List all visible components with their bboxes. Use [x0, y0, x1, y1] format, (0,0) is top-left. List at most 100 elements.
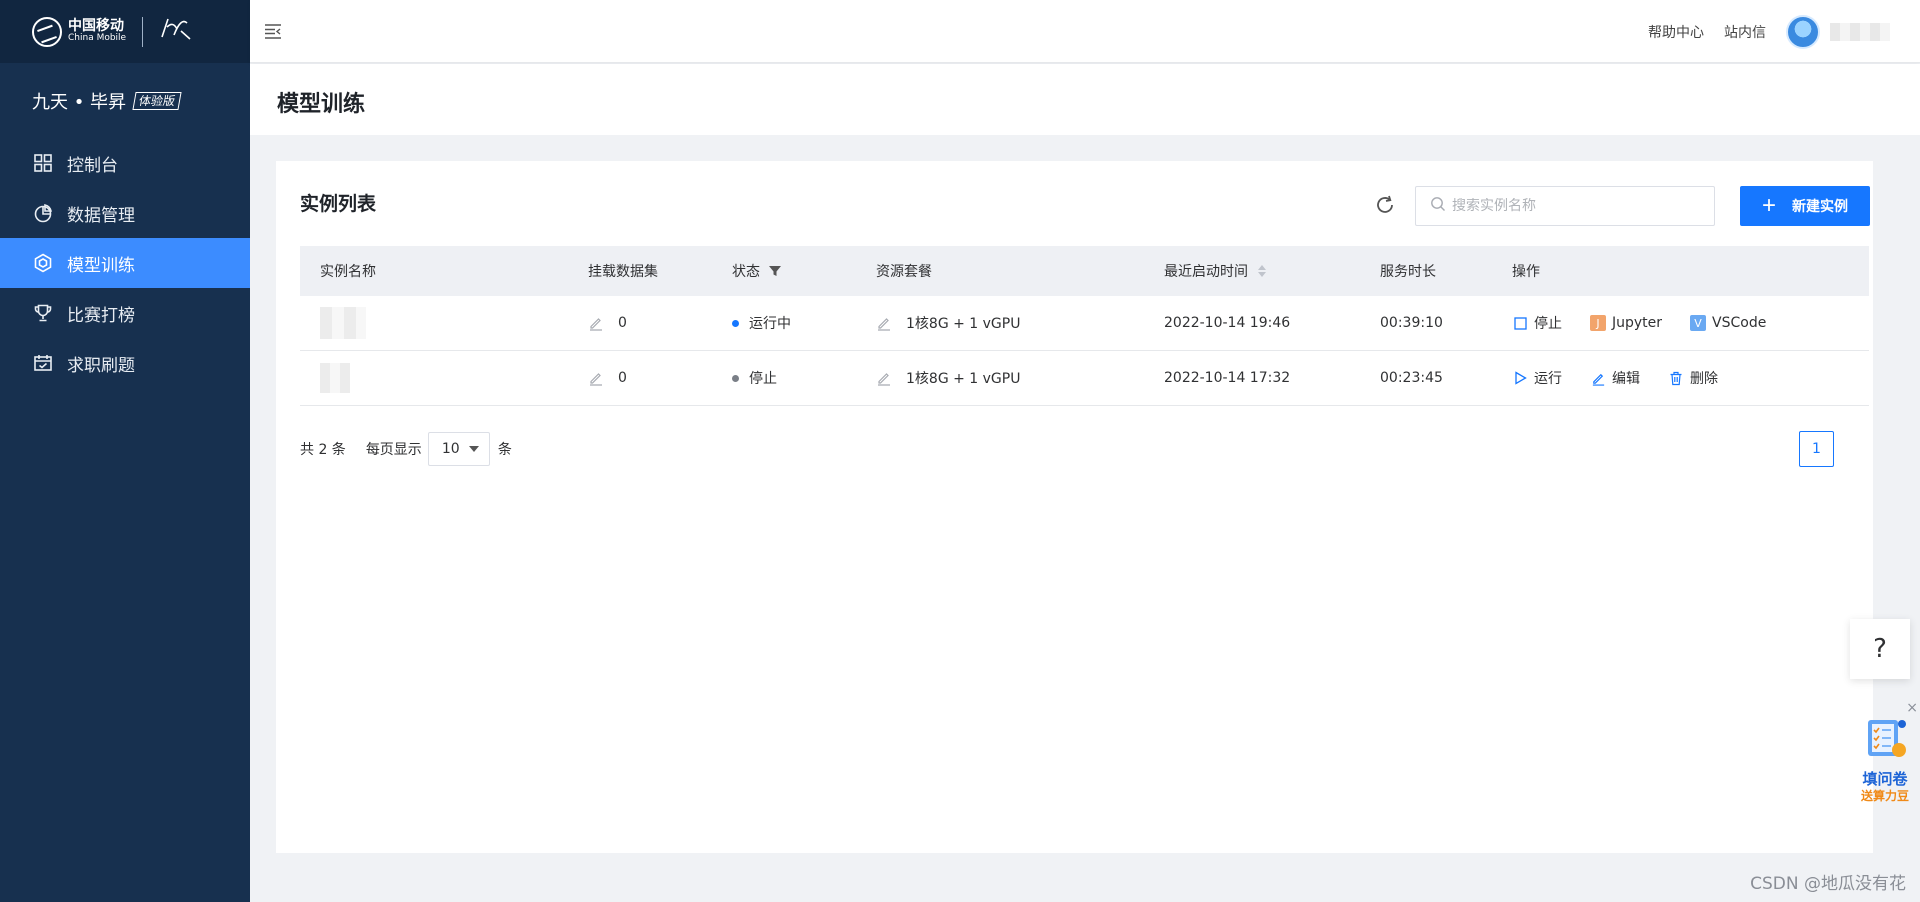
datasets-cell: 0 [588, 370, 732, 386]
brand: 九天 • 毕昇 体验版 [0, 63, 250, 138]
status-text: 停止 [749, 371, 777, 387]
hexagon-icon [32, 252, 54, 274]
jupyter-label: Jupyter [1612, 315, 1663, 331]
logo-cn: 中国移动 [68, 17, 124, 34]
logo-text: 中国移动 China Mobile [68, 17, 127, 44]
new-instance-button[interactable]: + 新建实例 [1740, 186, 1870, 226]
datasets-count: 0 [618, 315, 627, 331]
survey-widget[interactable]: × 填问卷 送算力豆 [1852, 700, 1918, 805]
column-header-start-time[interactable]: 最近启动时间 [1164, 261, 1380, 281]
package-cell: 1核8G + 1 vGPU [876, 313, 1164, 333]
trophy-icon [32, 302, 54, 324]
sidebar-item-competition[interactable]: 比赛打榜 [0, 288, 250, 338]
filter-icon[interactable] [768, 264, 782, 278]
logo-bar: 中国移动 China Mobile [0, 0, 250, 63]
vscode-button[interactable]: V VSCode [1690, 315, 1766, 331]
page-button-1[interactable]: 1 [1799, 431, 1834, 467]
top-header: 帮助中心 站内信 [250, 0, 1920, 63]
watermark: CSDN @地瓜没有花 [1750, 874, 1906, 894]
username-blurred[interactable] [1830, 22, 1890, 41]
calendar-check-icon [32, 352, 54, 374]
sort-icon[interactable] [1258, 265, 1266, 277]
table-row: 0 运行中 1核8G + 1 vGPU 2022-10-14 19:46 00:… [300, 296, 1869, 351]
messages-link[interactable]: 站内信 [1724, 22, 1766, 42]
datasets-count: 0 [618, 370, 627, 386]
column-header-actions: 操作 [1512, 264, 1540, 280]
delete-button[interactable]: 删除 [1668, 368, 1718, 388]
sidebar-item-console[interactable]: 控制台 [0, 138, 250, 188]
edit-package-icon[interactable] [876, 315, 892, 331]
start-time-cell: 2022-10-14 19:46 [1164, 315, 1291, 331]
per-page-unit: 条 [497, 442, 512, 458]
jupyter-icon: J [1590, 315, 1606, 331]
column-header-start-time-label: 最近启动时间 [1164, 264, 1248, 280]
collapse-menu-icon[interactable] [263, 21, 283, 41]
column-header-status: 状态 [732, 261, 876, 281]
survey-title: 填问卷 [1862, 770, 1908, 788]
pie-chart-icon [32, 202, 54, 224]
edit-datasets-icon[interactable] [588, 315, 604, 331]
duration-cell: 00:39:10 [1380, 315, 1443, 331]
edit-datasets-icon[interactable] [588, 370, 604, 386]
sidebar-item-label: 数据管理 [67, 205, 135, 226]
sidebar-item-label: 比赛打榜 [67, 305, 135, 326]
edit-package-icon[interactable] [876, 370, 892, 386]
logo-divider [142, 16, 144, 47]
grid-icon [32, 152, 54, 174]
status-dot [732, 319, 739, 327]
brand-name: 九天 • 毕昇 [32, 91, 127, 113]
page-size-value: 10 [441, 441, 460, 457]
logo-en: China Mobile [68, 33, 127, 44]
package-text: 1核8G + 1 vGPU [906, 316, 1021, 332]
trash-icon [1668, 370, 1684, 386]
survey-clipboard-icon [1868, 720, 1906, 757]
run-button[interactable]: 运行 [1512, 368, 1562, 388]
sidebar-item-data-management[interactable]: 数据管理 [0, 188, 250, 238]
jupyter-button[interactable]: J Jupyter [1590, 315, 1662, 331]
vscode-icon: V [1690, 315, 1707, 331]
instance-name-blurred[interactable] [320, 307, 366, 339]
china-mobile-logo-icon [32, 16, 62, 47]
actions-cell: 运行 编辑 删除 [1512, 368, 1869, 388]
page-size-select[interactable]: 10 [427, 432, 490, 466]
instance-card: 实例列表 + 新建实例 实例名称 挂载数据集 状态 资源套餐 最近启动时间 服务… [276, 161, 1873, 853]
search-input[interactable] [1452, 198, 1712, 214]
sidebar-item-job-practice[interactable]: 求职刷题 [0, 338, 250, 388]
avatar[interactable] [1786, 14, 1820, 49]
instance-name-cell [300, 363, 588, 393]
sidebar-item-label: 求职刷题 [67, 355, 135, 376]
sidebar-item-label: 模型训练 [67, 255, 135, 276]
datasets-cell: 0 [588, 315, 732, 331]
status-dot [732, 374, 739, 382]
help-float-button[interactable]: ? [1850, 619, 1910, 679]
help-center-link[interactable]: 帮助中心 [1648, 22, 1704, 42]
sidebar-item-model-training[interactable]: 模型训练 [0, 238, 250, 288]
close-icon[interactable]: × [1906, 700, 1918, 716]
sidebar-menu: 控制台 数据管理 模型训练 比赛打榜 求职刷题 [0, 138, 250, 388]
sidebar: 中国移动 China Mobile 九天 • 毕昇 体验版 控制台 数据管理 模… [0, 0, 250, 902]
plus-icon: + [1761, 192, 1776, 219]
status-cell: 停止 [732, 368, 876, 388]
start-time-cell: 2022-10-14 17:32 [1164, 370, 1291, 386]
refresh-icon[interactable] [1373, 193, 1397, 217]
brand-tag: 体验版 [132, 91, 182, 110]
search-box [1415, 186, 1715, 226]
per-page-label: 每页显示 [365, 442, 422, 458]
stop-button[interactable]: 停止 [1512, 313, 1562, 333]
stop-label: 停止 [1534, 316, 1562, 332]
instance-name-blurred[interactable] [320, 363, 350, 393]
play-icon [1512, 370, 1528, 386]
edit-button[interactable]: 编辑 [1590, 368, 1640, 388]
column-header-status-label: 状态 [732, 264, 760, 280]
status-cell: 运行中 [732, 313, 876, 333]
column-header-name: 实例名称 [320, 264, 376, 280]
table-row: 0 停止 1核8G + 1 vGPU 2022-10-14 17:32 00:2… [300, 351, 1869, 406]
column-header-duration: 服务时长 [1380, 264, 1436, 280]
package-cell: 1核8G + 1 vGPU [876, 368, 1164, 388]
package-text: 1核8G + 1 vGPU [906, 371, 1021, 387]
column-header-package: 资源套餐 [876, 264, 932, 280]
column-header-datasets: 挂载数据集 [588, 264, 658, 280]
edit-icon [1590, 370, 1606, 386]
pagination: 共 2 条 每页显示 10 条 1 [300, 431, 1869, 467]
delete-label: 删除 [1690, 371, 1718, 387]
